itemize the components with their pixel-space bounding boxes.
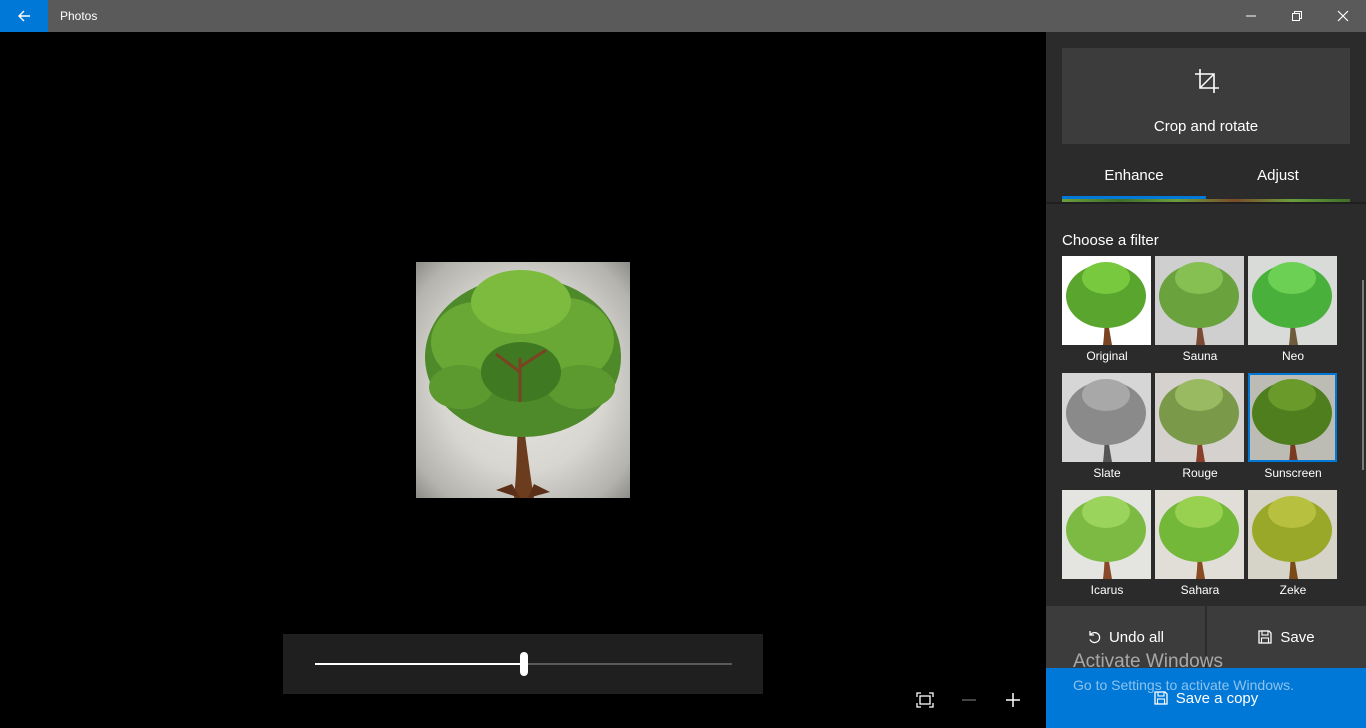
filter-thumbnail <box>1248 256 1337 345</box>
undo-all-label: Undo all <box>1108 628 1165 646</box>
action-bar: Undo all Save <box>1046 606 1366 668</box>
tree-thumbnail-image <box>1066 496 1146 579</box>
filter-sauna[interactable]: Sauna <box>1155 256 1245 363</box>
tree-thumbnail-image <box>1159 379 1239 462</box>
minus-icon <box>962 699 976 701</box>
filter-thumbnail <box>1155 490 1244 579</box>
back-arrow-icon <box>18 10 30 22</box>
tree-thumbnail-image <box>1066 379 1146 462</box>
save-a-copy-button[interactable]: Save a copy <box>1046 668 1366 728</box>
fit-screen-icon <box>916 692 934 708</box>
filter-label: Sahara <box>1180 583 1220 597</box>
tree-thumbnail-image <box>1159 262 1239 345</box>
close-button[interactable] <box>1320 0 1366 32</box>
image-canvas[interactable] <box>0 32 1046 728</box>
save-icon <box>1258 630 1273 644</box>
restore-icon <box>1292 11 1302 21</box>
filter-intensity-panel <box>283 634 763 694</box>
save-button[interactable]: Save <box>1207 606 1366 668</box>
filter-thumbnail <box>1062 373 1151 462</box>
tab-adjust[interactable]: Adjust <box>1206 160 1350 198</box>
filter-thumbnail <box>1248 373 1337 462</box>
intensity-slider-track[interactable] <box>527 663 732 665</box>
panel-scrollbar[interactable] <box>1362 280 1364 470</box>
filter-heading: Choose a filter <box>1062 232 1159 249</box>
title-bar: Photos <box>0 0 1366 32</box>
filter-sahara[interactable]: Sahara <box>1155 490 1245 597</box>
tree-image <box>425 270 621 498</box>
minimize-icon <box>1246 15 1256 17</box>
save-label: Save <box>1280 628 1315 646</box>
undo-all-button[interactable]: Undo all <box>1046 606 1205 668</box>
edit-panel: Crop and rotate Enhance Adjust Choose a … <box>1046 32 1366 728</box>
undo-icon <box>1089 631 1101 644</box>
photo-preview <box>416 262 630 498</box>
crop-and-rotate-button[interactable]: Crop and rotate <box>1062 48 1350 144</box>
filter-sunscreen[interactable]: Sunscreen <box>1248 373 1338 480</box>
tab-enhance[interactable]: Enhance <box>1062 160 1206 198</box>
restore-button[interactable] <box>1274 0 1320 32</box>
filter-zeke[interactable]: Zeke <box>1248 490 1338 597</box>
zoom-out-button[interactable] <box>949 684 989 716</box>
back-button[interactable] <box>0 0 48 32</box>
intensity-slider-fill[interactable] <box>315 663 523 665</box>
filter-thumbnail <box>1062 256 1151 345</box>
tree-thumbnail-image <box>1252 379 1332 462</box>
tree-thumbnail-image <box>1252 496 1332 579</box>
filter-thumbnail <box>1155 256 1244 345</box>
close-icon <box>1337 10 1349 22</box>
filter-thumbnail <box>1155 373 1244 462</box>
filter-label: Sunscreen <box>1264 466 1322 480</box>
save-a-copy-label: Save a copy <box>1175 689 1259 707</box>
filter-label: Sauna <box>1182 349 1218 363</box>
filter-thumbnail <box>1062 490 1151 579</box>
zoom-in-button[interactable] <box>993 684 1033 716</box>
filter-icarus[interactable]: Icarus <box>1062 490 1152 597</box>
tree-thumbnail-image <box>1159 496 1239 579</box>
save-icon <box>1154 691 1168 705</box>
filter-thumbnail <box>1248 490 1337 579</box>
app-title: Photos <box>60 9 98 23</box>
plus-icon <box>1006 693 1020 707</box>
filter-label: Original <box>1086 349 1128 363</box>
filter-slate[interactable]: Slate <box>1062 373 1152 480</box>
filter-label: Zeke <box>1279 583 1307 597</box>
filter-label: Icarus <box>1090 583 1124 597</box>
crop-label: Crop and rotate <box>1153 118 1259 135</box>
filter-label: Rouge <box>1182 466 1218 480</box>
intensity-slider-thumb[interactable] <box>520 652 528 676</box>
filter-label: Neo <box>1281 349 1304 363</box>
panel-divider <box>1046 202 1366 204</box>
edit-tabs: Enhance Adjust <box>1046 160 1366 202</box>
fit-to-window-button[interactable] <box>905 684 945 716</box>
filter-label: Slate <box>1093 466 1121 480</box>
tree-thumbnail-image <box>1252 262 1332 345</box>
filter-original[interactable]: Original <box>1062 256 1152 363</box>
minimize-button[interactable] <box>1228 0 1274 32</box>
tree-thumbnail-image <box>1066 262 1146 345</box>
crop-icon <box>1195 69 1219 93</box>
filter-neo[interactable]: Neo <box>1248 256 1338 363</box>
filter-rouge[interactable]: Rouge <box>1155 373 1245 480</box>
